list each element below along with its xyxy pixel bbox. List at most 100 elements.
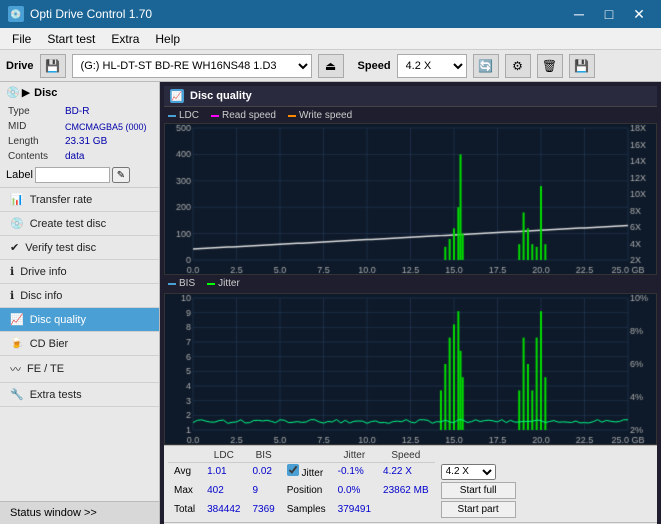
stats-col-empty [168, 449, 201, 463]
label-edit-btn[interactable]: ✎ [112, 167, 130, 183]
max-ldc: 402 [201, 481, 246, 500]
chart1-canvas [165, 124, 656, 274]
disc-label-input[interactable] [35, 167, 110, 183]
stats-avg-row: Avg 1.01 0.02 Jitter -0.1% 4.22 X [168, 463, 522, 481]
start-part-button[interactable]: Start part [441, 501, 516, 518]
minimize-button[interactable]: ─ [565, 3, 593, 25]
nav-fe-te[interactable]: 〰 FE / TE [0, 356, 159, 383]
chart-panel-title: Disc quality [190, 90, 252, 102]
disc-info-icon: ℹ [10, 289, 14, 302]
create-disc-icon: 💿 [10, 217, 24, 230]
position-value: 23862 MB [377, 481, 435, 500]
menu-start-test[interactable]: Start test [39, 28, 103, 50]
legend-jitter-label: Jitter [218, 278, 240, 289]
speed-select-stats[interactable]: 4.2 X [441, 464, 496, 480]
type-value: BD-R [65, 105, 151, 118]
disc-panel: 💿 ▶ Disc Type BD-R MID CMCMAGBA5 (000) L… [0, 82, 159, 188]
jitter-checkbox-cell[interactable]: Jitter [281, 463, 332, 481]
sidebar: 💿 ▶ Disc Type BD-R MID CMCMAGBA5 (000) L… [0, 82, 160, 524]
avg-bis: 0.02 [247, 463, 281, 481]
length-value: 23.31 GB [65, 135, 151, 148]
nav-disc-info[interactable]: ℹ Disc info [0, 284, 159, 308]
speed-label: Speed [358, 60, 391, 72]
status-window-label: Status window >> [10, 507, 97, 519]
cd-bier-icon: 🍺 [10, 337, 24, 350]
stats-col-spacer [281, 449, 332, 463]
fe-te-icon: 〰 [10, 361, 21, 377]
nav-cd-bier[interactable]: 🍺 CD Bier [0, 332, 159, 356]
stats-total-row: Total 384442 7369 Samples 379491 Start p… [168, 500, 522, 519]
stats-area: LDC BIS Jitter Speed Avg 1.01 0.02 [164, 445, 657, 522]
ldc-dot [168, 115, 176, 117]
drive-icon-btn[interactable]: 💾 [40, 54, 66, 78]
save-button[interactable]: 💾 [569, 54, 595, 78]
start-full-button[interactable]: Start full [441, 482, 516, 499]
stats-max-row: Max 402 9 Position 0.0% 23862 MB Start f… [168, 481, 522, 500]
avg-label: Avg [168, 463, 201, 481]
stats-table: LDC BIS Jitter Speed Avg 1.01 0.02 [168, 449, 522, 519]
refresh-button[interactable]: 🔄 [473, 54, 499, 78]
legend-jitter: Jitter [207, 278, 240, 289]
chart2-legend: BIS Jitter [168, 278, 657, 289]
maximize-button[interactable]: □ [595, 3, 623, 25]
samples-value: 379491 [332, 500, 377, 519]
mid-value: CMCMAGBA5 (000) [65, 120, 151, 133]
charts-area: BIS Jitter [164, 123, 657, 445]
chart1-container [164, 123, 657, 275]
speed-value: 4.22 X [383, 466, 412, 477]
disc-icon-area: 💿 ▶ [6, 86, 30, 99]
nav-create-test-disc[interactable]: 💿 Create test disc [0, 212, 159, 236]
settings-button[interactable]: ⚙ [505, 54, 531, 78]
disc-panel-header: 💿 ▶ Disc [6, 86, 153, 99]
stats-col-ldc: LDC [201, 449, 246, 463]
nav-drive-info[interactable]: ℹ Drive info [0, 260, 159, 284]
nav-extra-tests[interactable]: 🔧 Extra tests [0, 383, 159, 407]
legend-bis: BIS [168, 278, 195, 289]
speed-select[interactable]: 4.2 X [397, 54, 467, 78]
legend-ldc-label: LDC [179, 110, 199, 121]
contents-value: data [65, 150, 151, 163]
close-button[interactable]: ✕ [625, 3, 653, 25]
drivebar: Drive 💾 (G:) HL-DT-ST BD-RE WH16NS48 1.D… [0, 50, 661, 82]
legend-bis-label: BIS [179, 278, 195, 289]
app-title: Opti Drive Control 1.70 [30, 7, 152, 21]
legend-read-speed-label: Read speed [222, 110, 276, 121]
jitter-checkbox[interactable] [287, 464, 299, 476]
legend-write-speed-label: Write speed [299, 110, 352, 121]
max-label: Max [168, 481, 201, 500]
legend-write-speed: Write speed [288, 110, 352, 121]
legend-ldc: LDC [168, 110, 199, 121]
stats-col-jitter: Jitter [332, 449, 377, 463]
bis-dot [168, 283, 176, 285]
chart1-legend: LDC Read speed Write speed [168, 110, 657, 121]
jitter-dot [207, 283, 215, 285]
disc-icon: 💿 [6, 86, 20, 99]
eject-button[interactable]: ⏏ [318, 54, 344, 78]
extra-tests-icon: 🔧 [10, 388, 24, 401]
avg-ldc: 1.01 [201, 463, 246, 481]
nav-verify-test-disc[interactable]: ✔ Verify test disc [0, 236, 159, 260]
menu-extra[interactable]: Extra [103, 28, 147, 50]
nav-transfer-rate[interactable]: 📊 Transfer rate [0, 188, 159, 212]
nav-items: 📊 Transfer rate 💿 Create test disc ✔ Ver… [0, 188, 159, 501]
label-field-label: Label [6, 169, 33, 181]
drive-label: Drive [6, 60, 34, 72]
total-bis: 7369 [247, 500, 281, 519]
menu-help[interactable]: Help [147, 28, 188, 50]
chart2-container [164, 293, 657, 445]
total-label: Total [168, 500, 201, 519]
contents-label: Contents [8, 150, 63, 163]
app-icon: 💿 [8, 6, 24, 22]
chart-header-icon: 📈 [170, 89, 184, 103]
verify-disc-icon: ✔ [10, 241, 19, 254]
status-window-button[interactable]: Status window >> [0, 501, 159, 524]
drive-select[interactable]: (G:) HL-DT-ST BD-RE WH16NS48 1.D3 [72, 54, 312, 78]
drive-info-icon: ℹ [10, 265, 14, 278]
max-bis: 9 [247, 481, 281, 500]
chart2-canvas [165, 294, 656, 444]
stats-col-bis: BIS [247, 449, 281, 463]
titlebar-left: 💿 Opti Drive Control 1.70 [8, 6, 152, 22]
nav-disc-quality[interactable]: 📈 Disc quality [0, 308, 159, 332]
menu-file[interactable]: File [4, 28, 39, 50]
erase-button[interactable]: 🗑 [537, 54, 563, 78]
